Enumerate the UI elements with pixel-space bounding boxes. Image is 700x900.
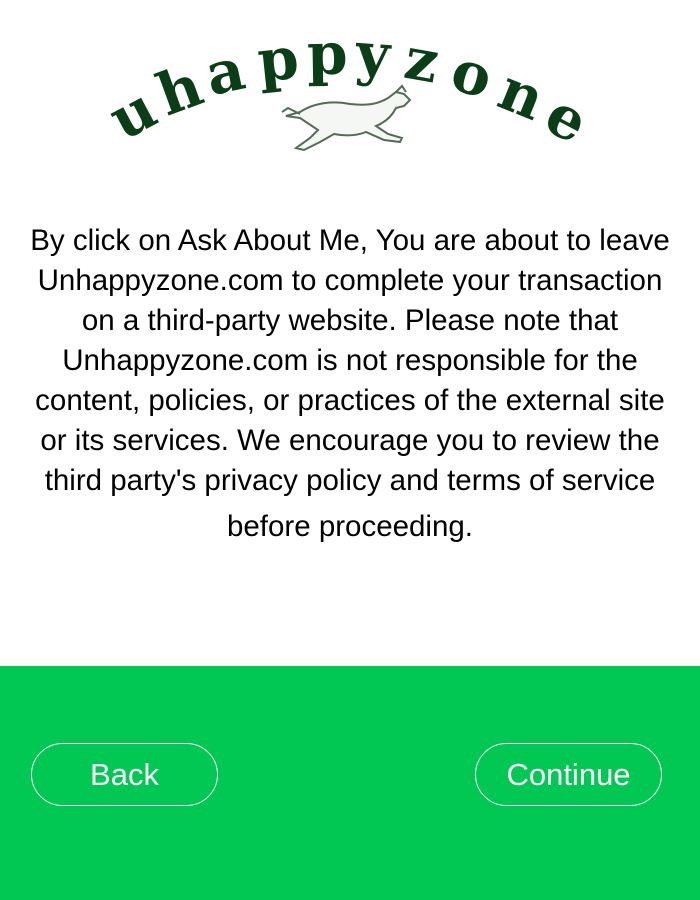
redirect-notice: By click on Ask About Me, You are about … — [20, 221, 680, 547]
logo-graphic: u h a p p y z o n e — [98, 19, 599, 157]
continue-button[interactable]: Continue — [475, 743, 662, 806]
svg-text:p: p — [306, 20, 348, 89]
svg-text:o: o — [444, 36, 500, 112]
redirect-notice-page: u h a p p y z o n e By click on Ask Abou… — [0, 0, 700, 900]
back-button[interactable]: Back — [31, 743, 218, 806]
running-dog-icon — [281, 84, 412, 152]
svg-text:y: y — [353, 19, 395, 89]
notice-last-line: before proceeding. — [226, 510, 473, 543]
svg-text:z: z — [400, 24, 444, 97]
action-footer: Back Continue — [0, 666, 700, 900]
notice-body-text: By click on Ask About Me, You are about … — [30, 224, 670, 497]
svg-text:p: p — [254, 24, 301, 96]
site-logo: u h a p p y z o n e — [0, 0, 700, 170]
svg-text:a: a — [200, 35, 251, 109]
